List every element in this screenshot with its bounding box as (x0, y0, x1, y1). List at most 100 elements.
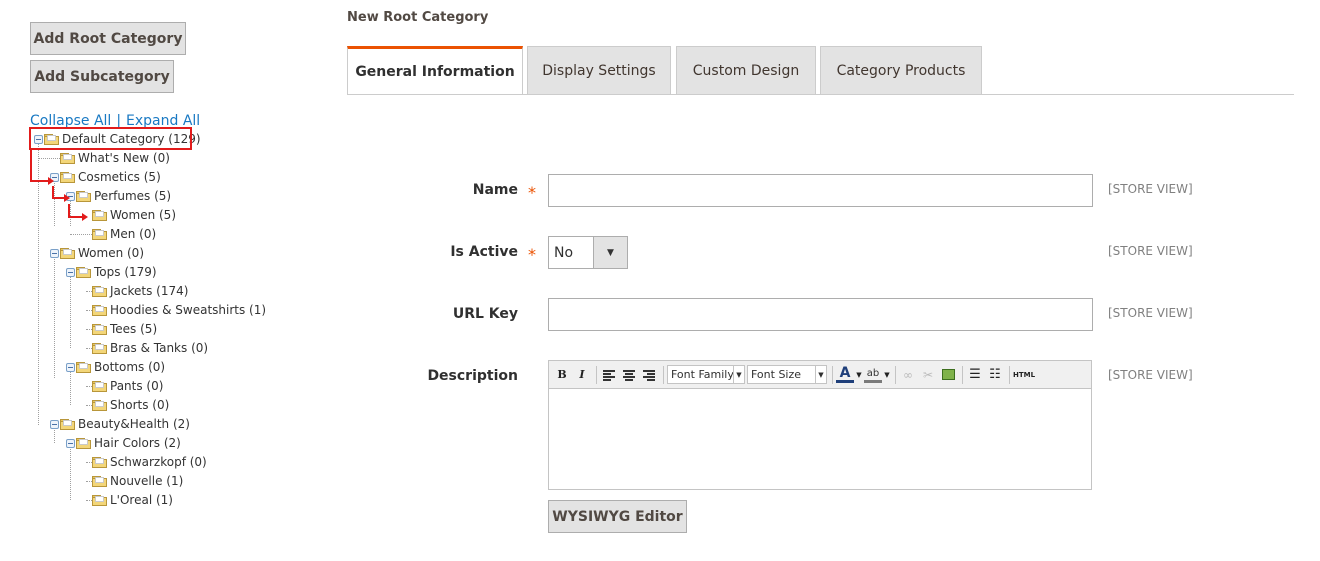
folder-icon (76, 437, 91, 449)
tree-node-label[interactable]: Hair Colors (2) (93, 436, 181, 450)
page-title: New Root Category (347, 10, 489, 25)
chevron-down-icon: ▼ (815, 366, 826, 383)
tree-node[interactable]: Women (0) (50, 244, 144, 262)
scope-label: [STORE VIEW] (1108, 306, 1193, 320)
folder-icon (92, 380, 107, 392)
name-input[interactable] (548, 174, 1093, 207)
collapse-toggle-icon[interactable] (50, 248, 59, 258)
tree-node[interactable]: Bras & Tanks (0) (92, 339, 208, 357)
folder-icon (60, 418, 75, 430)
tree-node[interactable]: Jackets (174) (92, 282, 188, 300)
folder-icon (92, 399, 107, 411)
tree-node[interactable]: Pants (0) (92, 377, 163, 395)
folder-icon (76, 361, 91, 373)
description-label: Description (427, 368, 518, 384)
highlight-box (29, 127, 192, 150)
html-button[interactable]: HTML (1013, 366, 1035, 384)
editor-toolbar: B I Font Family ▼ Font Size ▼ A ▼ ab ▼ ∞ ✂… (549, 361, 1091, 389)
tab-display-settings[interactable]: Display Settings (527, 46, 671, 94)
folder-icon (92, 475, 107, 487)
wysiwyg-editor-button[interactable]: WYSIWYG Editor (548, 500, 687, 533)
tree-node-label[interactable]: Nouvelle (1) (109, 474, 183, 488)
annotation-arrows (30, 150, 88, 221)
is-active-label: Is Active (450, 244, 518, 260)
tab-custom-design[interactable]: Custom Design (676, 46, 816, 94)
image-icon[interactable] (939, 366, 957, 384)
folder-icon (76, 266, 91, 278)
bullet-list-icon[interactable]: ☰ (966, 366, 984, 384)
description-editor[interactable]: B I Font Family ▼ Font Size ▼ A ▼ ab ▼ ∞ ✂… (548, 360, 1092, 490)
tree-node[interactable]: Tees (5) (92, 320, 157, 338)
tree-node-label[interactable]: Bottoms (0) (93, 360, 165, 374)
bold-button[interactable]: B (553, 366, 571, 384)
tree-node[interactable]: Beauty&Health (2) (50, 415, 190, 433)
tree-node-label[interactable]: Schwarzkopf (0) (109, 455, 207, 469)
tab-divider (347, 94, 1294, 95)
tree-node[interactable]: Bottoms (0) (66, 358, 165, 376)
tree-node[interactable]: Hoodies & Sweatshirts (1) (92, 301, 266, 319)
is-active-select[interactable]: No ▼ (548, 236, 628, 269)
tree-node[interactable]: Hair Colors (2) (66, 434, 181, 452)
tree-node-label[interactable]: L'Oreal (1) (109, 493, 173, 507)
collapse-toggle-icon[interactable] (66, 362, 75, 372)
tree-node-label[interactable]: Pants (0) (109, 379, 163, 393)
scope-label: [STORE VIEW] (1108, 244, 1193, 258)
tree-node-label[interactable]: Beauty&Health (2) (77, 417, 190, 431)
align-left-icon[interactable] (600, 366, 618, 384)
italic-button[interactable]: I (573, 366, 591, 384)
url-key-label: URL Key (452, 306, 518, 322)
tree-node-label[interactable]: Women (5) (109, 208, 176, 222)
collapse-toggle-icon[interactable] (50, 419, 59, 429)
tab-general-information[interactable]: General Information (347, 46, 523, 95)
unlink-icon[interactable]: ✂ (919, 366, 937, 384)
url-key-input[interactable] (548, 298, 1093, 331)
tree-node[interactable]: L'Oreal (1) (92, 491, 173, 509)
chevron-down-icon[interactable]: ▼ (593, 237, 627, 268)
tree-node-label[interactable]: Bras & Tanks (0) (109, 341, 208, 355)
is-active-value: No (554, 244, 574, 261)
chevron-down-icon[interactable]: ▼ (856, 366, 862, 384)
tree-node-label[interactable]: Hoodies & Sweatshirts (1) (109, 303, 266, 317)
tree-node-label[interactable]: Tees (5) (109, 322, 157, 336)
tree-node[interactable]: Tops (179) (66, 263, 157, 281)
folder-icon (92, 494, 107, 506)
tree-node-label[interactable]: Jackets (174) (109, 284, 188, 298)
folder-icon (60, 247, 75, 259)
add-subcategory-button[interactable]: Add Subcategory (30, 60, 174, 93)
tree-node-label[interactable]: Women (0) (77, 246, 144, 260)
tree-node[interactable]: Nouvelle (1) (92, 472, 183, 490)
tree-node[interactable]: Schwarzkopf (0) (92, 453, 207, 471)
font-family-select[interactable]: Font Family ▼ (667, 365, 745, 384)
name-label: Name (472, 182, 518, 198)
link-icon[interactable]: ∞ (899, 366, 917, 384)
tree-node-label[interactable]: Men (0) (109, 227, 156, 241)
scope-label: [STORE VIEW] (1108, 182, 1193, 196)
folder-icon (92, 228, 107, 240)
chevron-down-icon[interactable]: ▼ (884, 366, 890, 384)
collapse-toggle-icon[interactable] (66, 267, 75, 277)
align-center-icon[interactable] (620, 366, 638, 384)
add-root-category-button[interactable]: Add Root Category (30, 22, 186, 55)
highlight-color-icon[interactable]: ab (864, 366, 882, 383)
numbered-list-icon[interactable]: ☷ (986, 366, 1004, 384)
required-mark: * (528, 245, 536, 264)
folder-icon (92, 342, 107, 354)
scope-label: [STORE VIEW] (1108, 368, 1193, 382)
font-size-select[interactable]: Font Size ▼ (747, 365, 827, 384)
folder-icon (92, 304, 107, 316)
tree-node-label[interactable]: Shorts (0) (109, 398, 169, 412)
collapse-toggle-icon[interactable] (66, 438, 75, 448)
folder-icon (92, 456, 107, 468)
tree-node[interactable]: Men (0) (92, 225, 156, 243)
font-size-label: Font Size (751, 368, 802, 381)
required-mark: * (528, 183, 536, 202)
tree-node[interactable]: Shorts (0) (92, 396, 169, 414)
tab-category-products[interactable]: Category Products (820, 46, 982, 94)
folder-icon (92, 285, 107, 297)
text-color-icon[interactable]: A (836, 365, 854, 383)
font-family-label: Font Family (671, 368, 734, 381)
align-right-icon[interactable] (640, 366, 658, 384)
chevron-down-icon: ▼ (733, 366, 744, 383)
folder-icon (92, 323, 107, 335)
tree-node-label[interactable]: Tops (179) (93, 265, 157, 279)
